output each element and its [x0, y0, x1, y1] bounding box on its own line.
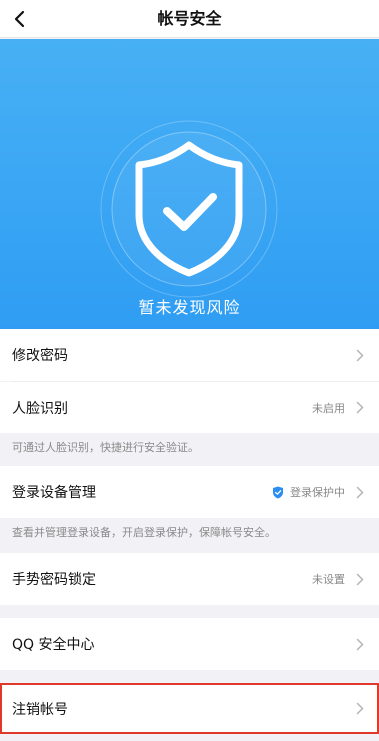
login-device-management-row[interactable]: 登录设备管理 登录保护中 — [0, 466, 379, 518]
deactivate-account-row[interactable]: 注销帐号 — [0, 683, 379, 734]
login-protection-text: 登录保护中 — [290, 486, 345, 499]
qq-security-center-label: QQ 安全中心 — [12, 637, 95, 653]
face-recognition-label: 人脸识别 — [12, 400, 68, 417]
page-title: 帐号安全 — [157, 9, 222, 28]
login-device-management-label: 登录设备管理 — [12, 485, 96, 501]
face-recognition-row[interactable]: 人脸识别 未启用 — [0, 382, 379, 433]
qq-security-center-row[interactable]: QQ 安全中心 — [0, 618, 379, 670]
chevron-right-icon — [355, 637, 365, 651]
change-password-row[interactable]: 修改密码 — [0, 329, 379, 381]
change-password-label: 修改密码 — [12, 348, 68, 364]
chevron-right-icon — [355, 702, 365, 716]
shield-check-icon — [273, 486, 283, 498]
chevron-right-icon — [355, 348, 365, 362]
chevron-right-icon — [355, 485, 365, 499]
gesture-password-label: 手势密码锁定 — [12, 572, 96, 588]
chevron-right-icon — [355, 572, 365, 586]
chevron-right-icon — [355, 401, 365, 415]
login-protection-status: 登录保护中 — [272, 484, 345, 500]
risk-status-text: 暂未发现风险 — [138, 298, 241, 317]
security-status-banner: 暂未发现风险 — [0, 39, 379, 329]
nav-bar: 帐号安全 — [0, 0, 379, 38]
login-device-note: 查看并管理登录设备，开启登录保护，保障帐号安全。 — [0, 518, 379, 548]
deactivate-account-label: 注销帐号 — [12, 701, 68, 718]
gesture-password-status: 未设置 — [312, 573, 345, 586]
face-recognition-status: 未启用 — [312, 401, 345, 415]
face-recognition-note: 可通过人脸识别，快捷进行安全验证。 — [0, 433, 379, 463]
gesture-password-row[interactable]: 手势密码锁定 未设置 — [0, 553, 379, 605]
shield-check-icon — [100, 120, 278, 298]
